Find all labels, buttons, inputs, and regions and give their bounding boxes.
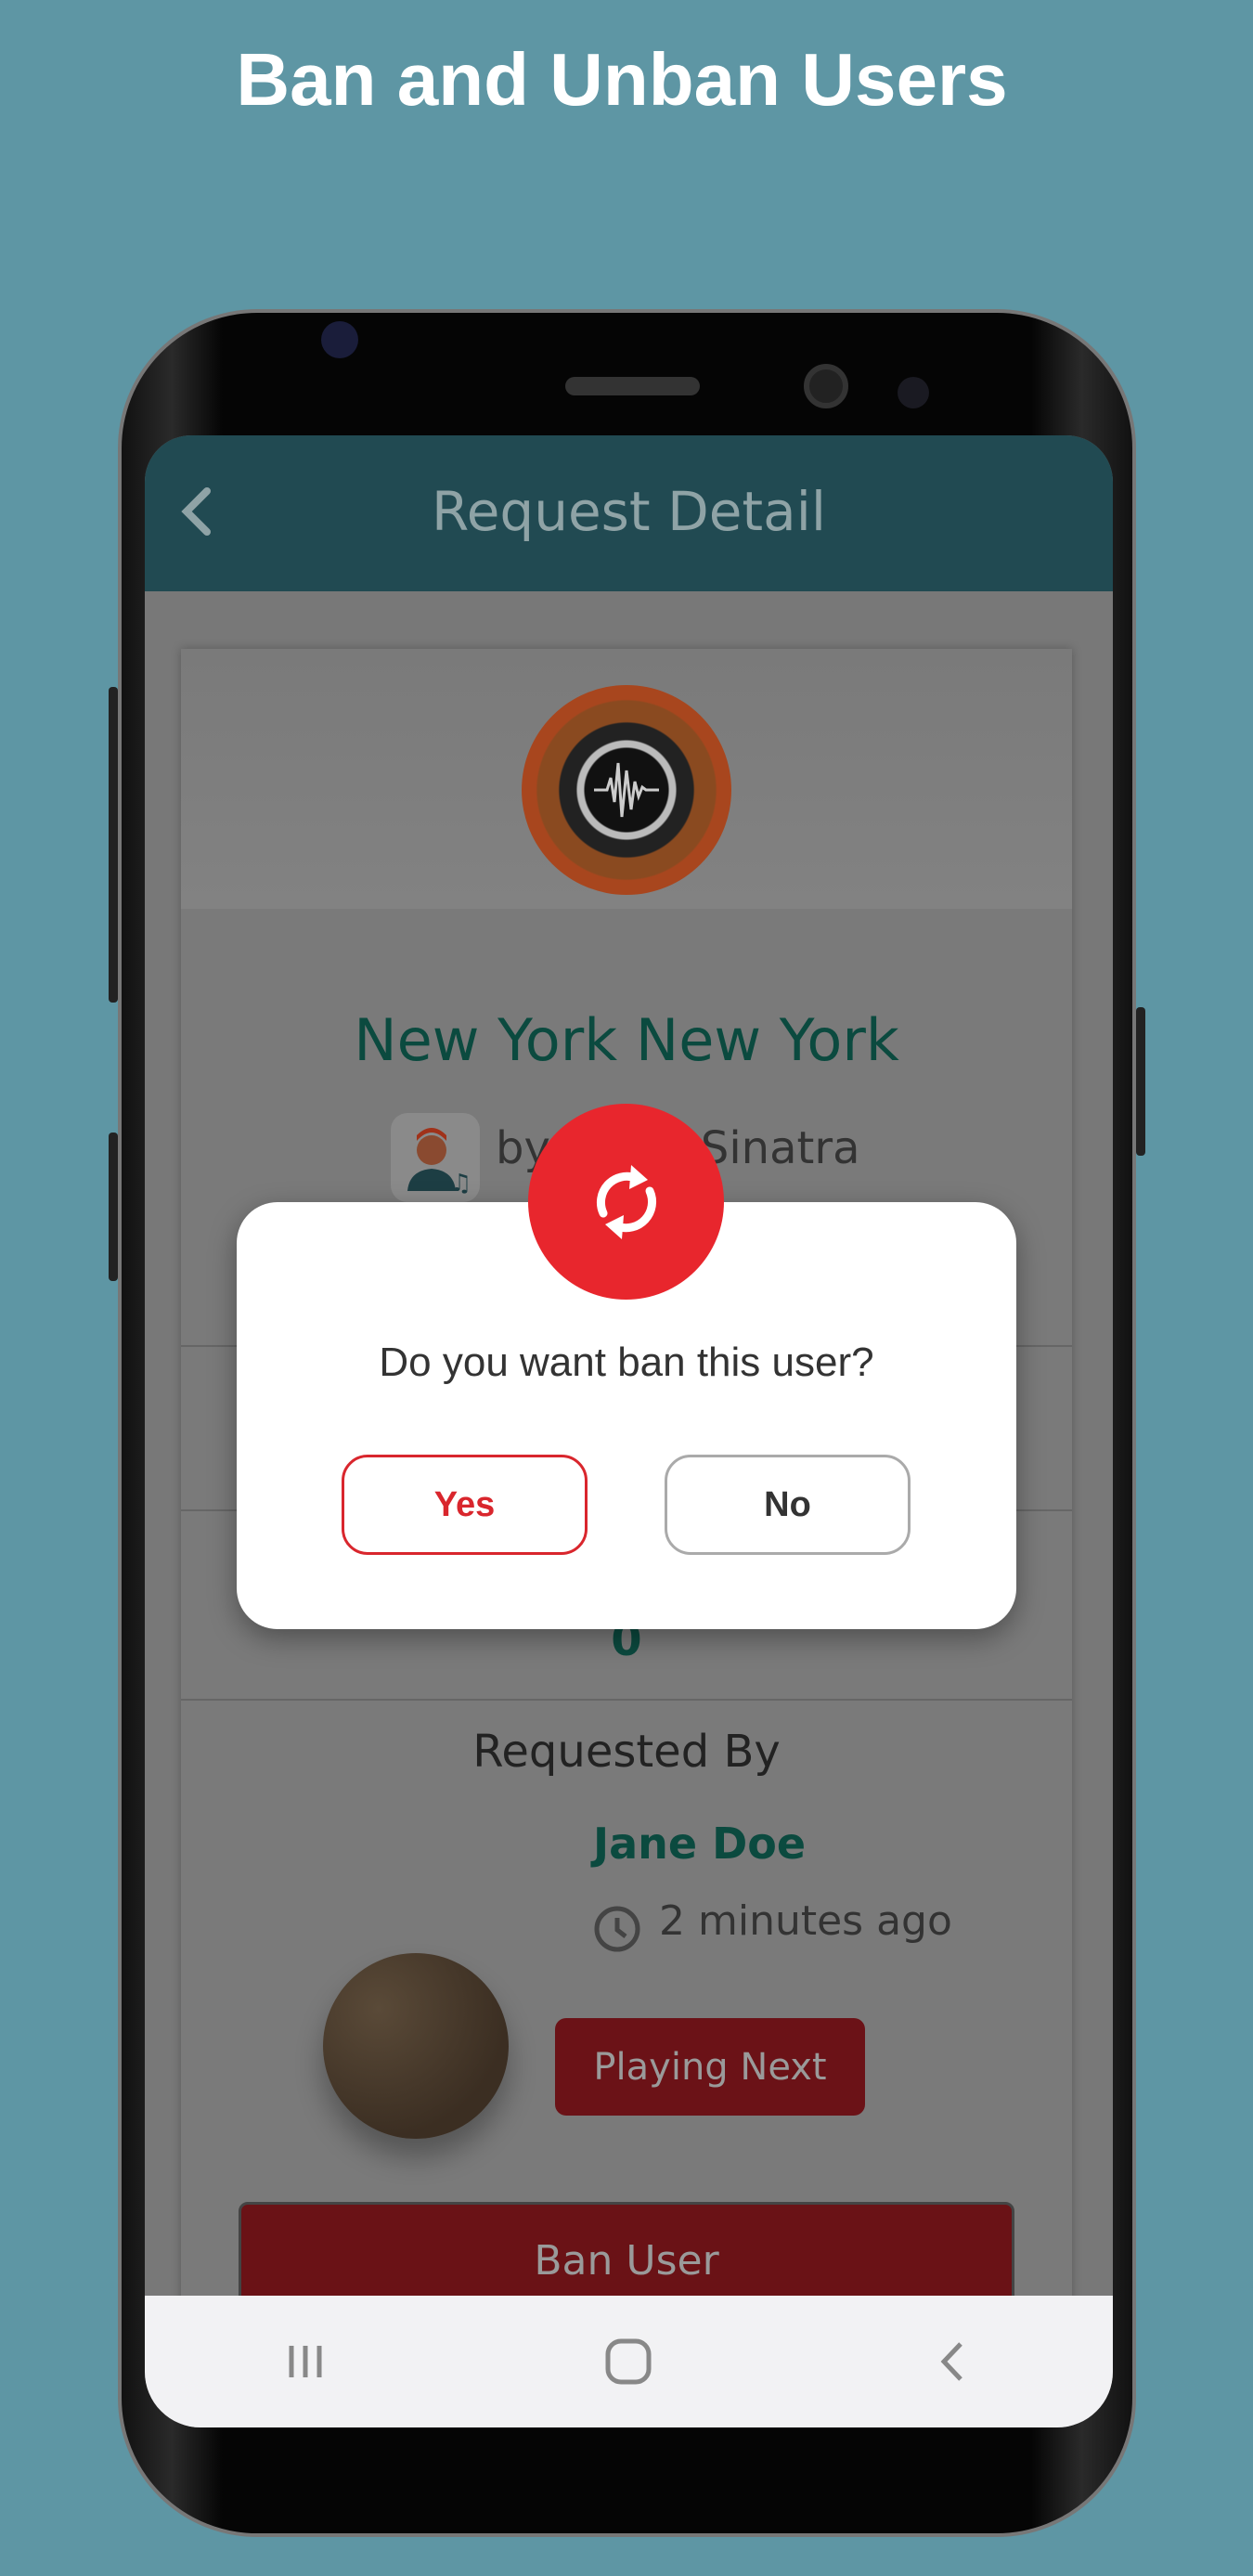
no-button[interactable]: No	[665, 1455, 911, 1555]
refresh-icon	[596, 1164, 656, 1239]
volume-button	[109, 687, 118, 1003]
back-icon[interactable]	[929, 2338, 975, 2385]
dialog-icon-badge	[528, 1104, 724, 1300]
system-nav-bar	[145, 2296, 1113, 2427]
home-icon[interactable]	[602, 2336, 654, 2388]
sensor-icon	[321, 321, 358, 358]
bixby-button	[109, 1133, 118, 1281]
yes-button[interactable]: Yes	[342, 1455, 588, 1555]
power-button	[1136, 1007, 1145, 1156]
dialog-question: Do you want ban this user?	[379, 1340, 874, 1385]
headline: Ban and Unban Users	[236, 38, 1008, 121]
sensor-icon	[898, 377, 929, 408]
recent-apps-icon[interactable]	[282, 2338, 329, 2385]
speaker-grille	[565, 377, 700, 395]
front-camera-icon	[804, 364, 848, 408]
